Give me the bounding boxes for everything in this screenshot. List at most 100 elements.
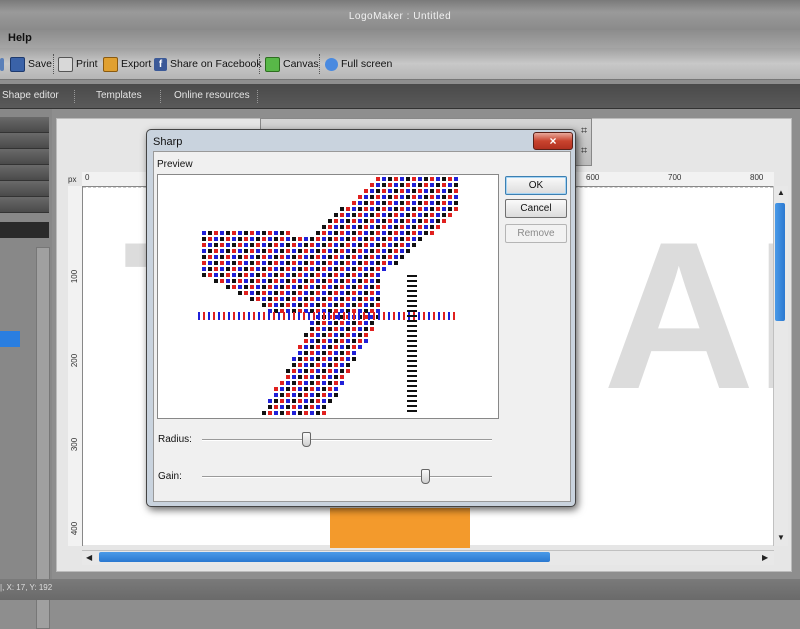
gain-slider-track[interactable] [202, 476, 492, 478]
scroll-down-icon[interactable]: ▼ [777, 533, 785, 542]
orange-shape[interactable] [330, 508, 470, 548]
preview-pixel [304, 279, 308, 283]
export-button[interactable]: Export [103, 56, 151, 72]
preview-pixel [436, 183, 440, 187]
preview-pixel [334, 267, 338, 271]
tab-templates[interactable]: Templates [96, 90, 142, 101]
preview-pixel [220, 255, 224, 259]
panel-scrollbar[interactable] [36, 247, 50, 629]
preview-pixel [208, 261, 212, 265]
preview-pixel [394, 231, 398, 235]
share-facebook-button[interactable]: f Share on Facebook [154, 56, 262, 72]
panel-item[interactable] [0, 149, 49, 165]
open-partial-icon[interactable] [0, 56, 7, 72]
preview-pixel [400, 255, 404, 259]
preview-pixel [238, 237, 242, 241]
preview-pixel [406, 237, 410, 241]
preview-pixel [214, 273, 218, 277]
align-icon[interactable]: ⌗ [581, 145, 587, 158]
preview-pixel [244, 237, 248, 241]
preview-pixel [232, 261, 236, 265]
preview-pixel [244, 261, 248, 265]
panel-selected-item[interactable] [0, 331, 20, 347]
preview-pixel [382, 219, 386, 223]
preview-pixel [412, 225, 416, 229]
panel-item[interactable] [0, 133, 49, 149]
preview-pixel [364, 279, 368, 283]
preview-pixel [394, 261, 398, 265]
preview-pixel [340, 381, 344, 385]
print-button[interactable]: Print [58, 56, 98, 72]
preview-pixel [346, 339, 350, 343]
guide-line-mark [203, 312, 205, 320]
preview-pixel [280, 267, 284, 271]
fullscreen-button[interactable]: Full screen [325, 56, 392, 72]
vertical-scroll-thumb[interactable] [775, 203, 785, 321]
preview-pixel [382, 255, 386, 259]
cursor-coordinates: |, X: 17, Y: 192 [0, 583, 53, 592]
preview-pixel [340, 285, 344, 289]
menu-help[interactable]: Help [8, 32, 32, 44]
preview-pixel [280, 249, 284, 253]
scroll-left-icon[interactable]: ◀ [86, 553, 92, 562]
preview-pixel [268, 243, 272, 247]
tab-shape-editor[interactable]: Shape editor [2, 90, 59, 101]
preview-pixel [358, 195, 362, 199]
guide-line-mark [407, 275, 417, 277]
preview-pixel [280, 237, 284, 241]
preview-pixel [424, 201, 428, 205]
panel-item[interactable] [0, 197, 49, 213]
preview-pixel [370, 303, 374, 307]
guide-line-mark [303, 312, 305, 320]
align-icon[interactable]: ⌗ [581, 125, 587, 138]
radius-slider-track[interactable] [202, 439, 492, 441]
preview-pixel [322, 363, 326, 367]
scroll-right-icon[interactable]: ▶ [762, 553, 768, 562]
preview-pixel [214, 261, 218, 265]
preview-pixel [346, 273, 350, 277]
preview-pixel [250, 285, 254, 289]
preview-pixel [364, 285, 368, 289]
panel-item[interactable] [0, 117, 49, 133]
guide-line-mark [353, 312, 355, 320]
preview-pixel [292, 375, 296, 379]
preview-pixel [406, 177, 410, 181]
logo-text-right-shape[interactable]: AL [603, 195, 773, 437]
tab-online-resources[interactable]: Online resources [174, 90, 250, 101]
guide-line-mark [407, 335, 417, 337]
preview-pixel [454, 201, 458, 205]
remove-button[interactable]: Remove [505, 224, 567, 243]
ok-button[interactable]: OK [505, 176, 567, 195]
preview-pixel [340, 273, 344, 277]
preview-pixel [262, 267, 266, 271]
preview-pixel [418, 183, 422, 187]
horizontal-scroll-thumb[interactable] [99, 552, 550, 562]
preview-pixel [406, 225, 410, 229]
guide-line-mark [373, 312, 375, 320]
guide-line-mark [448, 312, 450, 320]
preview-pixel [316, 303, 320, 307]
preview-pixel [310, 339, 314, 343]
canvas-button[interactable]: Canvas [265, 56, 319, 72]
preview-pixel [328, 279, 332, 283]
panel-item[interactable] [0, 181, 49, 197]
cancel-button[interactable]: Cancel [505, 199, 567, 218]
scroll-up-icon[interactable]: ▲ [777, 188, 785, 197]
guide-line-mark [318, 312, 320, 320]
preview-pixel [418, 237, 422, 241]
gain-slider-thumb[interactable] [421, 469, 431, 484]
save-button[interactable]: Save [10, 56, 52, 72]
close-button[interactable]: × [533, 132, 573, 150]
preview-pixel [382, 177, 386, 181]
preview-pixel [394, 243, 398, 247]
preview-pixel [292, 363, 296, 367]
preview-pixel [274, 405, 278, 409]
preview-pixel [328, 237, 332, 241]
preview-pixel [328, 231, 332, 235]
preview-pixel [334, 243, 338, 247]
guide-line-mark [423, 312, 425, 320]
radius-slider-thumb[interactable] [302, 432, 312, 447]
preview-pixel [346, 279, 350, 283]
panel-item[interactable] [0, 165, 49, 181]
preview-pixel [316, 339, 320, 343]
